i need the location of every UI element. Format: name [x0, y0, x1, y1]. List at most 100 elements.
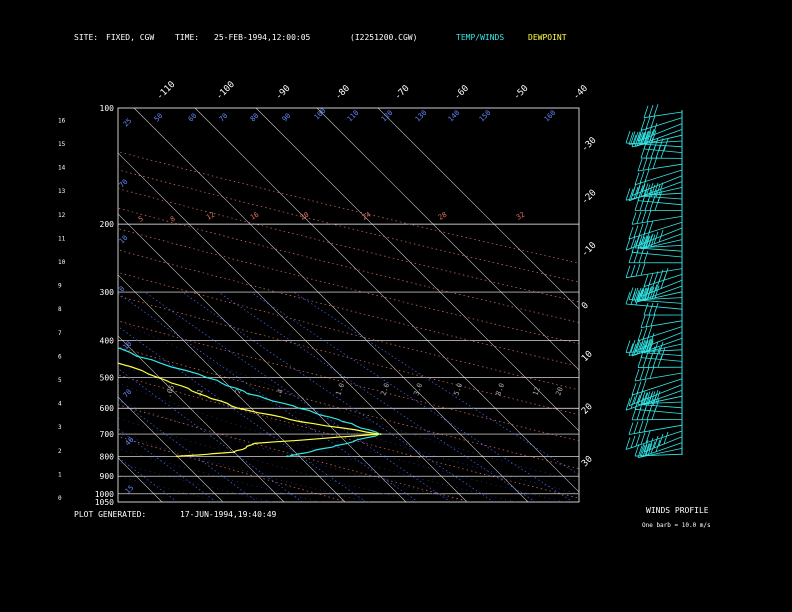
dry-adiabat-line	[118, 436, 348, 502]
wind-barb-feather	[660, 276, 666, 289]
dewpoint-point	[34, 331, 36, 333]
wind-barb-feather	[651, 407, 657, 420]
pressure-tick-label: 800	[100, 452, 115, 461]
theta-label: 110	[346, 109, 361, 124]
site-value: FIXED, CGW	[106, 33, 155, 42]
theta-label: 140	[447, 109, 462, 124]
height-tick-label: 3	[58, 424, 62, 431]
moist-adiabat-line	[118, 400, 468, 502]
height-tick-label: 11	[58, 235, 66, 242]
wind-barb-feather	[643, 105, 649, 118]
dewpoint-point	[176, 455, 179, 458]
height-tick-label: 5	[58, 377, 62, 384]
wind-barb-feather	[628, 422, 634, 435]
wind-barb-feather	[635, 434, 641, 447]
dry-adiabat-label: 20	[299, 211, 310, 222]
dry-adiabat-label: 5	[137, 215, 145, 224]
height-tick-label: 6	[58, 353, 62, 360]
wind-barb-feather	[635, 263, 641, 277]
mixing-ratio-label: 1.0	[334, 382, 346, 397]
wind-barb-shaft	[625, 268, 683, 279]
wind-barb-feather	[625, 265, 631, 278]
temperature-point	[76, 331, 78, 333]
temperature-point	[296, 453, 299, 456]
wind-barb-feather	[633, 225, 639, 238]
height-tick-label: 13	[58, 188, 66, 195]
mixing-ratio-line	[118, 428, 217, 502]
winds-profile	[625, 104, 683, 459]
wind-barb-feather	[631, 383, 637, 396]
height-tick-label: 12	[58, 212, 66, 219]
theta-label: 130	[414, 109, 429, 124]
mixing-ratio-label: .4	[274, 388, 284, 399]
isotherm-right-label: 30	[580, 454, 595, 469]
wind-barb-feather	[630, 340, 636, 353]
dry-adiabat-line	[118, 295, 579, 416]
wind-barb-feather	[647, 355, 653, 368]
moist-adiabat-line	[118, 342, 579, 494]
wind-barb-shaft	[637, 200, 683, 206]
time-label: TIME:	[175, 33, 200, 42]
dewpoint-point	[300, 420, 303, 423]
wind-barb-feather	[634, 172, 640, 185]
mixing-ratio-label: 2.0	[379, 382, 391, 397]
wind-barb-feather	[639, 171, 645, 184]
mixing-ratio-label: 12	[531, 386, 541, 397]
height-tick-label: 7	[58, 330, 62, 337]
dry-adiabat-line	[118, 151, 579, 264]
temperature-point	[207, 376, 210, 379]
dewpoint-point	[233, 451, 235, 454]
wind-barb-feather	[642, 158, 648, 171]
wind-barb-feather	[625, 238, 631, 251]
dry-adiabat-line	[118, 249, 579, 367]
isotherm-line	[0, 108, 101, 502]
wind-barb-feather	[628, 250, 634, 263]
wind-barb-feather	[646, 407, 652, 420]
wind-barb-feather	[640, 315, 646, 328]
wind-barb-feather	[641, 210, 647, 223]
dewpoint-line	[118, 362, 380, 457]
wind-barb-feather	[647, 157, 653, 170]
mixing-ratio-line	[182, 291, 495, 502]
generated-value: 17-JUN-1994,19:40:49	[180, 510, 277, 519]
height-tick-label: 9	[58, 283, 62, 290]
wind-barb-feather	[648, 104, 654, 118]
wind-barb-feather	[642, 355, 648, 368]
temperature-point	[137, 355, 140, 358]
pressure-tick-label: 100	[100, 104, 115, 113]
wind-barb-feather	[660, 146, 666, 159]
isotherm-line	[118, 457, 163, 502]
dry-adiabat-line	[118, 228, 579, 345]
wind-barb-feather	[637, 355, 643, 368]
dewpoint-point	[255, 442, 257, 445]
dry-adiabat-line	[118, 374, 579, 499]
wind-barb-shaft	[631, 216, 683, 225]
isotherm-top-label: -100	[215, 80, 237, 102]
time-value: 25-FEB-1994,12:00:05	[214, 33, 311, 42]
temperature-point	[299, 407, 301, 410]
pressure-tick-label: 500	[100, 374, 115, 383]
dry-adiabat-label: 16	[249, 211, 260, 222]
temperature-point	[336, 444, 339, 447]
theta-side-label: 10	[118, 234, 130, 246]
mixing-ratio-label: 3.0	[412, 382, 424, 397]
wind-barb-feather	[663, 431, 669, 445]
dry-adiabat-label: 32	[515, 211, 526, 222]
wind-barb-feather	[640, 432, 646, 445]
wind-barb-feather	[630, 264, 636, 278]
height-tick-label: 0	[58, 495, 62, 502]
theta-side-label: 70	[122, 388, 134, 400]
theta-label: 150	[478, 109, 493, 124]
isotherm-right-label: 0	[580, 301, 591, 312]
wind-barb-feather	[631, 212, 637, 225]
wind-barb-feather	[634, 198, 640, 211]
dry-adiabat-label: 8	[169, 215, 177, 224]
isotherm-line	[316, 108, 579, 371]
moist-adiabat-line	[118, 475, 224, 502]
mixing-ratio-line	[118, 456, 178, 502]
pressure-tick-label: 900	[100, 472, 115, 481]
grid-layer	[0, 107, 580, 503]
wind-barb-feather	[631, 407, 637, 420]
theta-label: 120	[380, 109, 395, 124]
wind-barb-feather	[649, 198, 655, 211]
